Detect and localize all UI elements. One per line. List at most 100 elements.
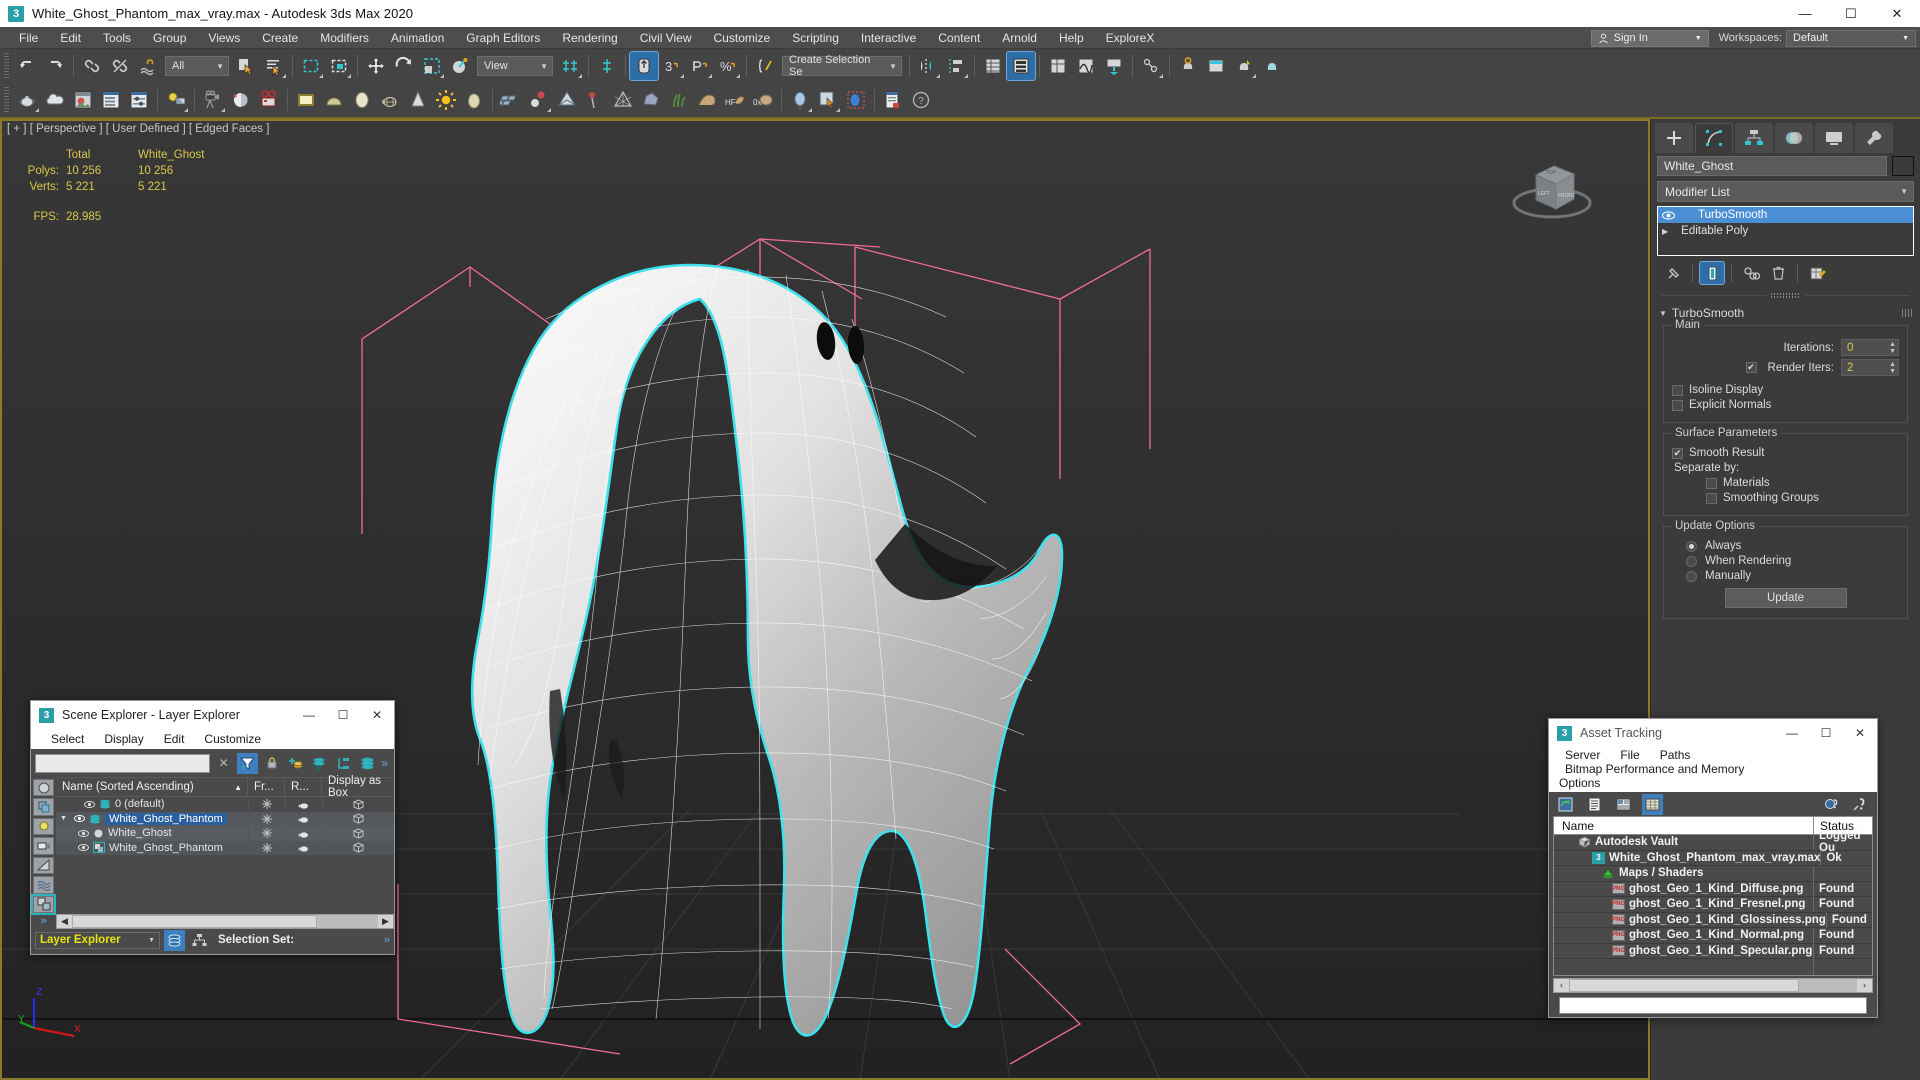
- lock-icon[interactable]: [261, 753, 282, 774]
- spinner-arrows-icon[interactable]: ▲ ▼: [1889, 341, 1896, 355]
- table-row[interactable]: PNG ghost_Geo_1_Kind_Glossiness.png Foun…: [1554, 912, 1872, 928]
- table-row[interactable]: Maps / Shaders: [1554, 865, 1872, 882]
- selection-filter-select[interactable]: All ▼: [165, 56, 229, 76]
- asset-tracking-window[interactable]: 3 Asset Tracking — ☐ ✕ Server File Paths…: [1548, 718, 1878, 1018]
- placement-tool-icon[interactable]: [446, 52, 474, 80]
- cone-icon[interactable]: [404, 86, 432, 114]
- grass-icon[interactable]: [665, 86, 693, 114]
- menu-item-options[interactable]: Options: [1555, 776, 1871, 790]
- object-color-swatch[interactable]: [1892, 156, 1914, 176]
- add-layer-icon[interactable]: [285, 753, 306, 774]
- display-as-box-cell[interactable]: [322, 797, 394, 812]
- update-when-rendering-radio[interactable]: [1686, 555, 1697, 567]
- maximize-button[interactable]: ☐: [326, 701, 360, 729]
- schematic-view-icon[interactable]: [1100, 52, 1128, 80]
- filter-shapes-icon[interactable]: [33, 798, 54, 816]
- toolbar-overflow-button[interactable]: »: [381, 756, 390, 770]
- modifier-stack-item-editable-poly[interactable]: ▶ Editable Poly: [1658, 223, 1913, 239]
- view-cube[interactable]: TOP LEFT FRONT: [1502, 147, 1602, 227]
- render-setup-icon[interactable]: [1174, 52, 1202, 80]
- menu-item-file[interactable]: File: [1610, 748, 1649, 762]
- egg-icon[interactable]: [460, 86, 488, 114]
- snaps-toggle-icon[interactable]: [629, 51, 659, 81]
- help-icon[interactable]: [1850, 794, 1871, 815]
- render-cell[interactable]: [285, 840, 322, 855]
- scroll-right-arrow[interactable]: ▶: [378, 916, 393, 927]
- menu-item-create[interactable]: Create: [251, 27, 309, 49]
- rock-icon[interactable]: [637, 86, 665, 114]
- eye-icon[interactable]: [78, 843, 89, 852]
- filter-helpers-icon[interactable]: [33, 856, 54, 875]
- iterations-spinner[interactable]: 0 ▲ ▼: [1841, 339, 1899, 356]
- select-and-link-icon[interactable]: [78, 52, 106, 80]
- refresh-icon[interactable]: [1555, 794, 1576, 815]
- plane-icon[interactable]: [292, 86, 320, 114]
- object-name-input[interactable]: White_Ghost: [1657, 156, 1887, 176]
- filter-groups-icon[interactable]: [31, 893, 56, 916]
- document-icon[interactable]: [879, 86, 907, 114]
- menu-item-paths[interactable]: Paths: [1650, 748, 1701, 762]
- help-icon[interactable]: ?: [907, 86, 935, 114]
- redo-icon[interactable]: [41, 52, 69, 80]
- menu-item-modifiers[interactable]: Modifiers: [309, 27, 380, 49]
- column-header-name[interactable]: Name (Sorted Ascending) ▲: [56, 777, 248, 797]
- teapot-icon[interactable]: [13, 86, 41, 114]
- menu-item-edit[interactable]: Edit: [154, 732, 195, 746]
- smoothing-groups-checkbox[interactable]: [1706, 492, 1717, 504]
- display-as-box-cell[interactable]: [322, 840, 394, 855]
- utilities-tab[interactable]: [1855, 122, 1893, 153]
- scene-explorer-window[interactable]: 3 Scene Explorer - Layer Explorer — ☐ ✕ …: [30, 700, 395, 955]
- menu-item-explorex[interactable]: ExploreX: [1095, 27, 1166, 49]
- table-row[interactable]: White_Ghost_Phantom: [56, 840, 394, 855]
- layer-hierarchy-icon[interactable]: [333, 753, 354, 774]
- column-header-display-as-box[interactable]: Display as Box: [322, 775, 394, 799]
- clear-search-icon[interactable]: ✕: [213, 753, 234, 774]
- motion-tab[interactable]: [1775, 122, 1813, 153]
- spinner-arrows-icon[interactable]: ▲ ▼: [1889, 361, 1896, 375]
- table-row[interactable]: ▼ White_Ghost_Phantom: [56, 811, 394, 826]
- chevron-down-icon[interactable]: ▼: [60, 815, 70, 822]
- materials-checkbox[interactable]: [1706, 477, 1717, 489]
- menu-item-bitmap-performance[interactable]: Bitmap Performance and Memory: [1555, 762, 1754, 776]
- toolbar-grip[interactable]: [4, 87, 9, 113]
- scene-explorer-icon[interactable]: [1006, 51, 1036, 81]
- layer-explorer-icon[interactable]: [979, 52, 1007, 80]
- select-and-manipulate-icon[interactable]: [593, 52, 621, 80]
- menu-item-scripting[interactable]: Scripting: [781, 27, 850, 49]
- menu-item-tools[interactable]: Tools: [92, 27, 142, 49]
- scene-explorer-hscrollbar[interactable]: ◀ ▶: [56, 914, 394, 929]
- remove-modifier-icon[interactable]: [1766, 262, 1790, 284]
- asset-tracking-hscrollbar[interactable]: ‹ ›: [1553, 977, 1873, 993]
- eye-icon[interactable]: [78, 829, 89, 838]
- sphere-icon[interactable]: [348, 86, 376, 114]
- selection-balloon-icon[interactable]: [842, 86, 870, 114]
- menu-item-help[interactable]: Help: [1048, 27, 1095, 49]
- dome-icon[interactable]: [320, 86, 348, 114]
- chevron-right-icon[interactable]: ▶: [1662, 227, 1668, 236]
- select-and-scale-icon[interactable]: [418, 52, 446, 80]
- curve-editor-icon[interactable]: [1072, 52, 1100, 80]
- menu-item-group[interactable]: Group: [142, 27, 197, 49]
- ox-icon[interactable]: 0x: [749, 86, 777, 114]
- menu-item-graph-editors[interactable]: Graph Editors: [455, 27, 551, 49]
- close-button[interactable]: ✕: [1874, 0, 1920, 27]
- layers-icon[interactable]: [357, 753, 378, 774]
- render-cell[interactable]: [285, 797, 322, 812]
- explicit-normals-checkbox[interactable]: [1672, 399, 1683, 411]
- column-header-freeze[interactable]: Fr...: [248, 777, 285, 797]
- select-by-name-icon[interactable]: [260, 52, 288, 80]
- menu-item-server[interactable]: Server: [1555, 748, 1610, 762]
- select-and-move-icon[interactable]: [362, 52, 390, 80]
- table-row[interactable]: 0 (default): [56, 797, 394, 812]
- sun-icon[interactable]: [432, 86, 460, 114]
- edit-named-selection-icon[interactable]: [751, 52, 779, 80]
- table-row[interactable]: PNG ghost_Geo_1_Kind_Specular.png Found: [1554, 943, 1872, 959]
- update-always-radio[interactable]: [1686, 540, 1697, 552]
- map-pick-icon[interactable]: [814, 86, 842, 114]
- close-button[interactable]: ✕: [1843, 719, 1877, 747]
- menu-item-animation[interactable]: Animation: [380, 27, 455, 49]
- spinner-snap-icon[interactable]: %: [714, 52, 742, 80]
- panel-drag-handle[interactable]: [1661, 291, 1910, 299]
- named-selection-sets-input[interactable]: Create Selection Se ▼: [782, 54, 902, 78]
- render-iterative-icon[interactable]: [1258, 52, 1286, 80]
